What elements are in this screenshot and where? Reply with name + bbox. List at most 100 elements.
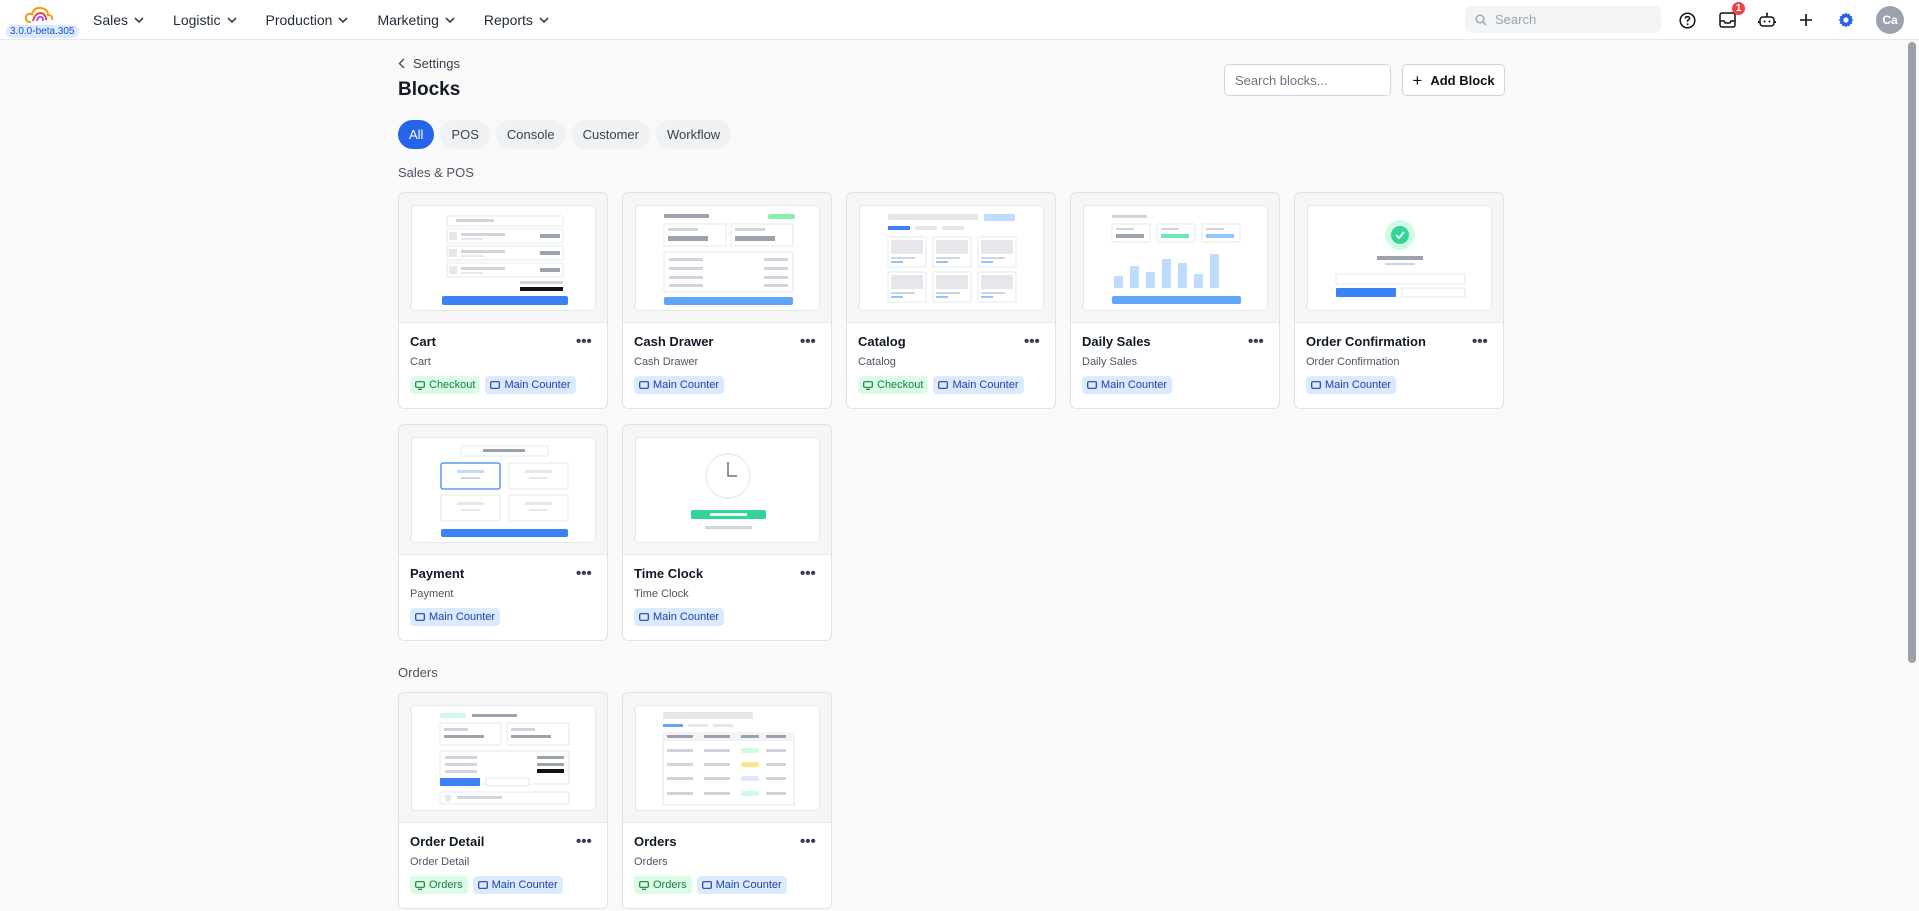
more-options-button[interactable]: •••	[1248, 333, 1264, 350]
filter-tabs: All POS Console Customer Workflow	[398, 120, 737, 149]
tag-main-counter: Main Counter	[410, 608, 501, 626]
block-subtitle: Order Detail	[410, 856, 470, 868]
more-options-button[interactable]: •••	[800, 565, 816, 582]
block-name: Orders	[634, 834, 677, 849]
tag-label: Main Counter	[429, 611, 496, 623]
plus-icon	[1800, 14, 1812, 26]
tag-main-counter: Main Counter	[634, 376, 725, 394]
tablet-icon	[701, 881, 712, 889]
help-button[interactable]	[1676, 9, 1698, 31]
block-preview	[859, 205, 1044, 311]
block-preview	[1307, 205, 1492, 311]
assistant-button[interactable]	[1756, 9, 1778, 31]
robot-icon	[1758, 12, 1776, 27]
more-options-button[interactable]: •••	[1024, 333, 1040, 350]
nav-label: Production	[265, 12, 333, 28]
block-name: Daily Sales	[1082, 334, 1151, 349]
block-subtitle: Order Confirmation	[1306, 356, 1400, 368]
section-title: Orders	[398, 665, 438, 680]
scrollbar[interactable]	[1908, 42, 1916, 663]
add-button[interactable]	[1795, 9, 1817, 31]
inbox-icon	[1718, 12, 1736, 28]
tablet-icon	[639, 613, 649, 621]
nav-production[interactable]: Production	[266, 12, 349, 28]
block-subtitle: Orders	[634, 856, 668, 868]
tag-label: Checkout	[877, 379, 924, 391]
block-card-order-detail[interactable]: Order Detail Order Detail ••• Orders Mai…	[398, 692, 608, 909]
chevron-down-icon	[445, 17, 455, 23]
tag-label: Main Counter	[952, 379, 1019, 391]
block-subtitle: Time Clock	[634, 588, 689, 600]
tag-label: Main Counter	[715, 879, 782, 891]
block-tags: Main Counter	[1082, 376, 1177, 394]
more-options-button[interactable]: •••	[1472, 333, 1488, 350]
chevron-down-icon	[539, 17, 549, 23]
block-info: Order Detail Order Detail ••• Orders Mai…	[399, 822, 607, 908]
tab-all[interactable]: All	[398, 120, 435, 149]
gear-icon	[1838, 12, 1854, 28]
search-icon	[1475, 14, 1487, 25]
tag-orders: Orders	[634, 876, 692, 894]
block-preview	[635, 205, 820, 311]
chevron-left-icon	[398, 58, 405, 69]
more-options-button[interactable]: •••	[576, 333, 592, 350]
tag-label: Main Counter	[504, 379, 571, 391]
tab-pos[interactable]: POS	[440, 120, 490, 149]
nav-logistic[interactable]: Logistic	[173, 12, 237, 28]
more-options-button[interactable]: •••	[800, 833, 816, 850]
nav-sales[interactable]: Sales	[93, 12, 144, 28]
tag-main-counter: Main Counter	[634, 608, 725, 626]
block-info: Catalog Catalog ••• Checkout Main Counte…	[847, 322, 1055, 408]
block-subtitle: Payment	[410, 588, 454, 600]
more-options-button[interactable]: •••	[576, 565, 592, 582]
tablet-icon	[1087, 381, 1097, 389]
tag-orders: Orders	[410, 876, 468, 894]
tag-main-counter: Main Counter	[933, 376, 1024, 394]
monitor-icon	[415, 380, 425, 390]
settings-button[interactable]	[1835, 9, 1857, 31]
block-tags: Main Counter	[634, 376, 729, 394]
block-subtitle: Catalog	[858, 356, 896, 368]
more-options-button[interactable]: •••	[576, 833, 592, 850]
tablet-icon	[639, 381, 649, 389]
block-card-order-confirmation[interactable]: Order Confirmation Order Confirmation ••…	[1294, 192, 1504, 409]
block-info: Daily Sales Daily Sales ••• Main Counter	[1071, 322, 1279, 408]
block-info: Time Clock Time Clock ••• Main Counter	[623, 554, 831, 640]
block-info: Payment Payment ••• Main Counter	[399, 554, 607, 640]
block-subtitle: Cart	[410, 356, 431, 368]
nav-reports[interactable]: Reports	[484, 12, 549, 28]
block-tags: Main Counter	[634, 608, 729, 626]
block-tags: Main Counter	[410, 608, 505, 626]
add-block-label: Add Block	[1430, 72, 1495, 88]
tab-workflow[interactable]: Workflow	[655, 120, 732, 149]
block-card-daily-sales[interactable]: Daily Sales Daily Sales ••• Main Counter	[1070, 192, 1280, 409]
plus-icon: +	[1412, 70, 1423, 90]
block-info: Cart Cart ••• Checkout Main Counter	[399, 322, 607, 408]
more-options-button[interactable]: •••	[800, 333, 816, 350]
help-icon	[1678, 11, 1696, 29]
block-name: Time Clock	[634, 566, 704, 581]
block-card-catalog[interactable]: Catalog Catalog ••• Checkout Main Counte…	[846, 192, 1056, 409]
tag-main-counter: Main Counter	[472, 876, 563, 894]
app-logo[interactable]: 3.0.0-beta.305	[6, 5, 79, 39]
nav-marketing[interactable]: Marketing	[377, 12, 455, 28]
block-info: Cash Drawer Cash Drawer ••• Main Counter	[623, 322, 831, 408]
add-block-button[interactable]: + Add Block	[1402, 64, 1505, 96]
block-preview	[1083, 205, 1268, 311]
tablet-icon	[415, 613, 425, 621]
user-avatar[interactable]: Ca	[1876, 6, 1904, 34]
search-blocks-input[interactable]	[1224, 64, 1391, 96]
version-badge: 3.0.0-beta.305	[6, 25, 79, 38]
breadcrumb-back[interactable]: Settings	[398, 56, 460, 71]
tab-console[interactable]: Console	[495, 120, 566, 149]
tag-label: Main Counter	[1101, 379, 1168, 391]
block-card-orders[interactable]: Orders Orders ••• Orders Main Counter	[622, 692, 832, 909]
block-card-cart[interactable]: Cart Cart ••• Checkout Main Counter	[398, 192, 608, 409]
block-card-time-clock[interactable]: Time Clock Time Clock ••• Main Counter	[622, 424, 832, 641]
tag-label: Checkout	[429, 379, 476, 391]
global-search[interactable]: Search	[1465, 6, 1661, 33]
block-card-payment[interactable]: Payment Payment ••• Main Counter	[398, 424, 608, 641]
block-name: Cart	[410, 334, 437, 349]
block-card-cash-drawer[interactable]: Cash Drawer Cash Drawer ••• Main Counter	[622, 192, 832, 409]
tab-customer[interactable]: Customer	[571, 120, 650, 149]
